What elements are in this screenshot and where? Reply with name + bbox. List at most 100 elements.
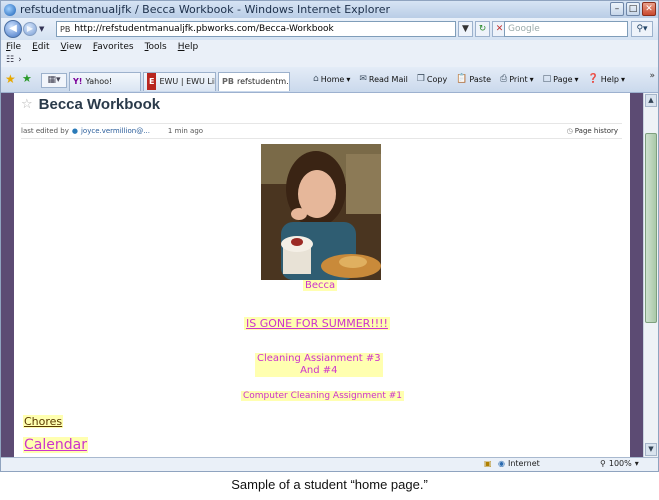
minimize-button[interactable]: – [610,2,624,16]
menu-bar: File Edit View Favorites Tools Help [1,40,658,53]
page-menu-button[interactable]: □ Page ▾ [543,74,579,84]
print-button[interactable]: ⎙ Print ▾ [500,74,534,84]
print-icon: ⎙ [500,74,508,84]
favorite-star-icon[interactable]: ☆ [21,97,33,112]
globe-icon: ◉ [498,459,505,468]
vertical-scrollbar[interactable]: ▲ ▼ [643,93,658,457]
help-dropdown-icon[interactable]: ▾ [621,75,625,84]
copy-button[interactable]: ❐ Copy [417,74,447,84]
address-url: http://refstudentmanualjfk.pbworks.com/B… [74,24,334,34]
ie-icon [4,3,16,16]
page-label: Page [553,74,573,84]
clock-icon: ◷ [566,127,573,135]
refresh-icon[interactable]: ↻ [475,21,490,37]
page-history-link[interactable]: ◷ Page history [567,127,618,135]
tab-label: Yahoo! [85,77,113,86]
back-button[interactable]: ◀ [4,20,22,38]
toolbar-overflow-icon[interactable]: » [649,71,655,81]
print-dropdown-icon[interactable]: ▾ [530,75,534,84]
copy-label: Copy [426,74,448,84]
home-dropdown-icon[interactable]: ▾ [346,75,350,84]
tab-ewu[interactable]: EEWU | EWU Libr... [143,72,216,91]
scroll-up-icon[interactable]: ▲ [645,94,657,107]
paste-button[interactable]: 📋 Paste [456,74,491,84]
help-label: Help [600,74,619,84]
cleaning-assignment-text: Cleaning Assianment #3 And #4 [255,353,383,377]
favorites-star-icon[interactable]: ★ [5,72,16,86]
close-button[interactable]: ✕ [642,2,656,16]
maximize-button[interactable]: □ [626,2,640,16]
tab-pbworks[interactable]: PBrefstudentm...✕ [218,72,290,91]
edited-time: 1 min ago [167,127,204,135]
paste-label: Paste [469,74,491,84]
paste-icon: 📋 [456,74,468,84]
edited-prefix: last edited by [21,127,69,135]
links-icon[interactable]: ☷ [6,55,14,65]
menu-help[interactable]: Help [178,42,199,52]
mail-icon: ✉ [359,74,367,84]
forward-button[interactable]: ▶ [23,22,37,36]
tab-yahoo[interactable]: Y! Yahoo! [69,72,141,91]
page-dropdown-icon[interactable]: ▾ [575,75,579,84]
menu-tools[interactable]: Tools [145,42,167,52]
calendar-link[interactable]: Calendar [23,437,88,453]
zoom-dropdown-icon[interactable]: ▾ [635,459,639,468]
search-input[interactable]: Google [504,21,628,37]
browser-window: refstudentmanualjfk / Becca Workbook - W… [0,0,659,472]
computer-cleaning-text: Computer Cleaning Assignment #1 [241,391,405,401]
zoom-icon: ⚲ [600,459,606,468]
help-icon: ❓ [587,74,599,84]
yahoo-icon: Y! [73,77,83,86]
protected-mode-icon[interactable]: ▣ [484,459,492,468]
menu-file[interactable]: File [6,42,21,52]
user-icon: ● [71,127,78,135]
pbworks-icon: PB [222,77,234,86]
security-zone[interactable]: ◉ Internet [498,459,540,468]
read-mail-label: Read Mail [368,74,408,84]
tab-row: ★ ★ ▦▾ Y!Yahoo! EEWU | EWU Libr... PBref… [1,67,658,93]
address-row: ◀ ▶ ▼ PB http://refstudentmanualjfk.pbwo… [1,18,658,40]
home-button[interactable]: ⌂ Home ▾ [313,74,350,84]
page-viewport: ▲ ▼ ☆ Becca Workbook last edited by ● jo… [1,93,658,457]
quick-tabs-button[interactable]: ▦▾ [41,73,67,88]
zoom-label: 100% [608,459,632,468]
links-row: ☷ › [1,53,658,67]
menu-edit[interactable]: Edit [32,42,49,52]
help-button[interactable]: ❓ Help ▾ [588,74,625,84]
ewu-icon: E [147,73,157,90]
zoom-control[interactable]: ⚲ 100% ▾ [600,459,639,468]
copy-icon: ❐ [416,74,425,84]
history-dropdown-icon[interactable]: ▼ [39,25,44,33]
figure-caption: Sample of a student “home page.” [231,477,428,492]
student-photo [261,144,381,280]
window-controls: – □ ✕ [610,2,656,16]
zone-label: Internet [507,459,540,468]
chores-link[interactable]: Chores [23,415,64,428]
gone-for-summer-link[interactable]: IS GONE FOR SUMMER!!!! [244,317,390,330]
print-label: Print [509,74,528,84]
address-buttons: ▼ ↻ ✕ [458,21,507,37]
search-button[interactable]: ⚲▾ [631,21,653,37]
cleaning-line-2: And #4 [300,365,338,376]
edited-user-link[interactable]: joyce.vermillion@... [81,127,150,135]
add-favorites-icon[interactable]: ★ [22,72,32,85]
address-bar[interactable]: PB http://refstudentmanualjfk.pbworks.co… [56,21,456,37]
home-icon: ⌂ [313,74,319,84]
page-title: Becca Workbook [38,96,161,113]
window-title: refstudentmanualjfk / Becca Workbook - W… [20,3,391,16]
links-dropdown-icon[interactable]: › [18,55,22,65]
left-side-strip [1,93,14,457]
right-side-strip [630,93,643,457]
page-icon: □ [542,74,552,84]
tab-label: EWU | EWU Libr... [159,77,215,86]
menu-view[interactable]: View [61,42,82,52]
tab-label: refstudentm... [236,77,290,86]
read-mail-button[interactable]: ✉ Read Mail [359,74,407,84]
title-bar: refstudentmanualjfk / Becca Workbook - W… [1,1,658,18]
page-header: ☆ Becca Workbook [21,96,160,113]
scroll-down-icon[interactable]: ▼ [645,443,657,456]
menu-favorites[interactable]: Favorites [93,42,134,52]
edit-info-line: last edited by ● joyce.vermillion@... 1 … [21,123,622,139]
address-dropdown-icon[interactable]: ▼ [458,21,473,37]
scroll-thumb[interactable] [645,133,657,323]
